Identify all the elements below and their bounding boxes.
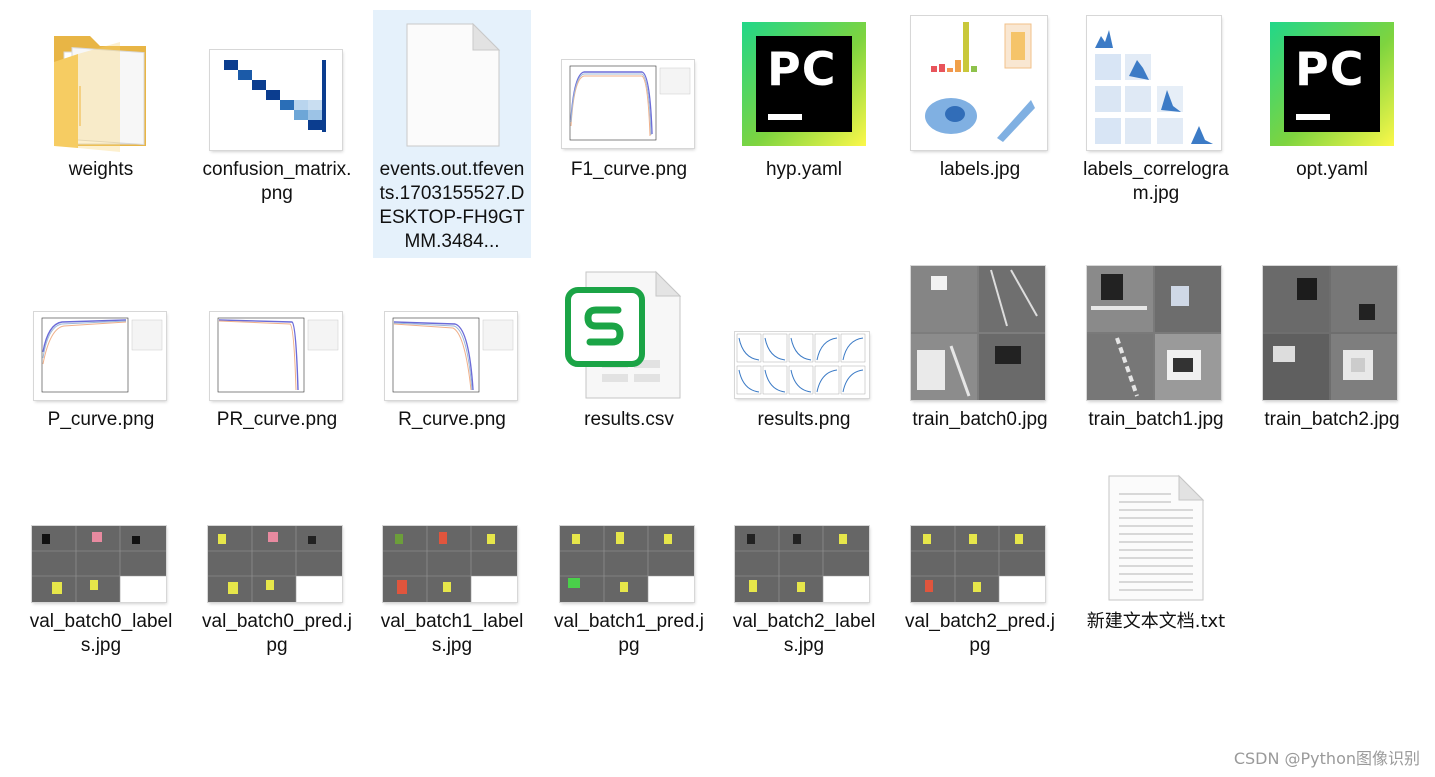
file-item-train-batch1[interactable]: train_batch1.jpg xyxy=(1077,262,1235,462)
file-item-confusion-matrix[interactable]: confusion_matrix.png xyxy=(198,10,356,220)
file-name: labels_correlogram.jpg xyxy=(1083,159,1229,204)
train-batch1-thumbnail xyxy=(1087,266,1221,400)
file-name: weights xyxy=(68,159,134,180)
f1-curve-thumbnail xyxy=(562,60,694,148)
file-item-new-text-document[interactable]: 新建文本文档.txt xyxy=(1077,474,1235,674)
watermark: CSDN @Python图像识别 xyxy=(1233,749,1420,768)
val-batch0-pred-thumbnail xyxy=(208,526,342,602)
file-name: results.png xyxy=(757,409,851,430)
file-name: P_curve.png xyxy=(47,409,155,430)
file-item-f1-curve[interactable]: F1_curve.png xyxy=(550,10,708,220)
file-name: val_batch1_labels.jpg xyxy=(380,611,524,656)
file-item-results-png[interactable]: results.png xyxy=(725,262,883,462)
pr-curve-thumbnail xyxy=(210,312,342,400)
file-name: val_batch0_labels.jpg xyxy=(29,611,173,656)
file-item-train-batch2[interactable]: train_batch2.jpg xyxy=(1253,262,1411,462)
file-name: F1_curve.png xyxy=(570,159,688,180)
val-batch2-pred-thumbnail xyxy=(911,526,1045,602)
train-batch2-thumbnail xyxy=(1263,266,1397,400)
file-name: val_batch2_pred.jpg xyxy=(905,611,1055,656)
val-batch2-labels-thumbnail xyxy=(735,526,869,602)
results-thumbnail xyxy=(735,332,869,398)
labels-thumbnail xyxy=(911,16,1047,150)
file-name: results.csv xyxy=(584,409,674,430)
file-name: val_batch1_pred.jpg xyxy=(554,611,704,656)
pycharm-icon-text: PC xyxy=(1295,42,1365,96)
file-item-val-batch2-labels[interactable]: val_batch2_labels.jpg xyxy=(725,474,883,674)
file-item-results-csv[interactable]: results.csv xyxy=(550,262,708,462)
r-curve-thumbnail xyxy=(385,312,517,400)
val-batch1-labels-thumbnail xyxy=(383,526,517,602)
file-item-p-curve[interactable]: P_curve.png xyxy=(22,262,180,462)
file-item-val-batch2-pred[interactable]: val_batch2_pred.jpg xyxy=(901,474,1059,674)
file-item-labels[interactable]: labels.jpg xyxy=(901,10,1059,220)
file-name: train_batch1.jpg xyxy=(1088,409,1224,430)
file-item-val-batch0-pred[interactable]: val_batch0_pred.jpg xyxy=(198,474,356,674)
file-item-labels-correlogram[interactable]: labels_correlogram.jpg xyxy=(1077,10,1235,220)
labels-correlogram-thumbnail xyxy=(1087,16,1221,150)
file-name: train_batch0.jpg xyxy=(912,409,1048,430)
file-name: confusion_matrix.png xyxy=(202,159,352,204)
file-item-val-batch0-labels[interactable]: val_batch0_labels.jpg xyxy=(22,474,180,674)
file-name: opt.yaml xyxy=(1296,159,1368,180)
file-name: val_batch0_pred.jpg xyxy=(202,611,352,656)
val-batch0-labels-thumbnail xyxy=(32,526,166,602)
file-name: hyp.yaml xyxy=(765,159,843,180)
pycharm-icon-text: PC xyxy=(767,42,837,96)
file-name: PR_curve.png xyxy=(216,409,338,430)
file-name: events.out.tfevents.1703155527.DESKTOP-F… xyxy=(379,159,525,252)
train-batch0-thumbnail xyxy=(911,266,1045,400)
file-name: labels.jpg xyxy=(939,159,1021,180)
file-item-opt-yaml[interactable]: PC opt.yaml xyxy=(1253,10,1411,220)
blank-file-icon xyxy=(405,22,501,148)
file-name: val_batch2_labels.jpg xyxy=(732,611,876,656)
file-item-weights[interactable]: weights xyxy=(22,10,180,220)
file-item-hyp-yaml[interactable]: PC hyp.yaml xyxy=(725,10,883,220)
file-item-train-batch0[interactable]: train_batch0.jpg xyxy=(901,262,1059,462)
file-item-tfevents[interactable]: events.out.tfevents.1703155527.DESKTOP-F… xyxy=(373,10,531,258)
text-file-icon xyxy=(1107,474,1205,602)
folder-icon xyxy=(50,26,154,154)
file-item-val-batch1-pred[interactable]: val_batch1_pred.jpg xyxy=(550,474,708,674)
file-item-val-batch1-labels[interactable]: val_batch1_labels.jpg xyxy=(373,474,531,674)
val-batch1-pred-thumbnail xyxy=(560,526,694,602)
p-curve-thumbnail xyxy=(34,312,166,400)
file-name: 新建文本文档.txt xyxy=(1086,611,1226,632)
file-name: R_curve.png xyxy=(398,409,506,430)
file-item-r-curve[interactable]: R_curve.png xyxy=(373,262,531,462)
spreadsheet-icon xyxy=(564,268,684,400)
file-name: train_batch2.jpg xyxy=(1264,409,1400,430)
file-item-pr-curve[interactable]: PR_curve.png xyxy=(198,262,356,462)
confusion-matrix-thumbnail xyxy=(210,50,342,150)
